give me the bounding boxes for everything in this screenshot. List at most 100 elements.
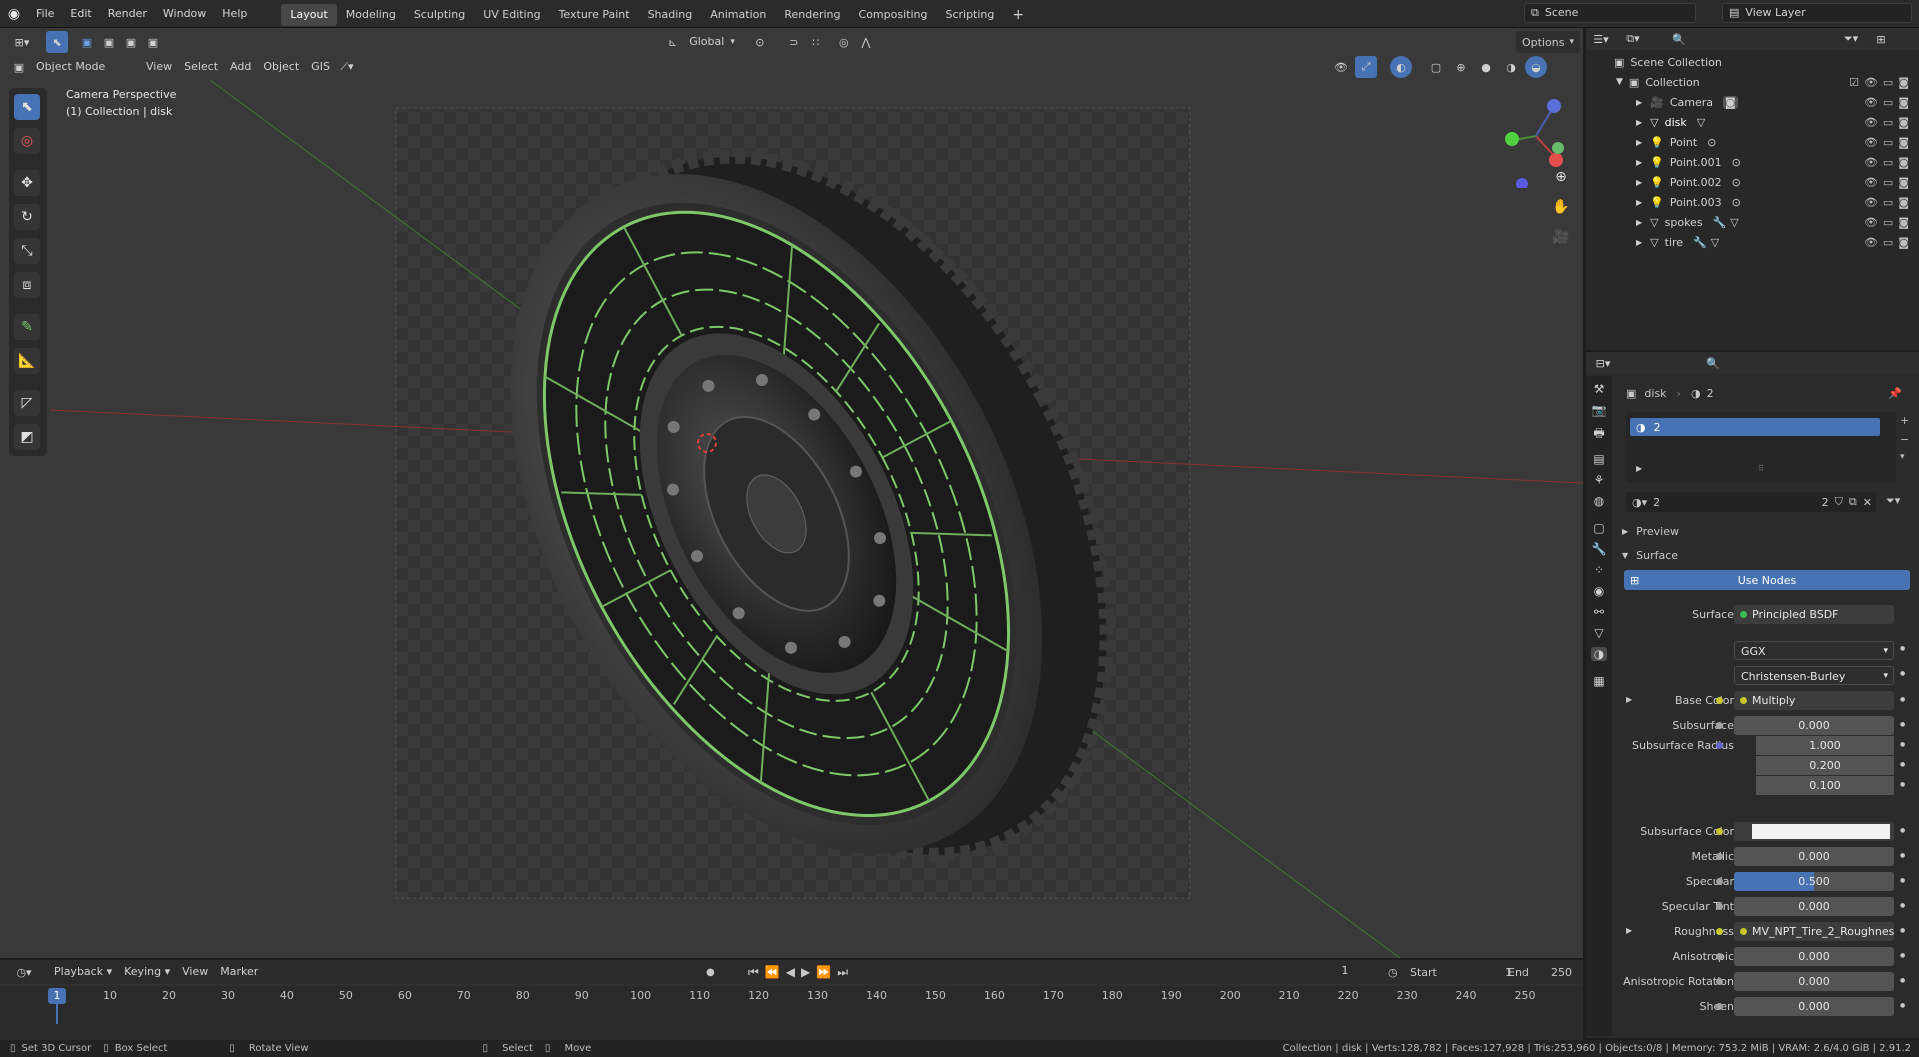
current-frame-field[interactable]: 1 [1290,962,1400,982]
record-icon[interactable]: ● [706,967,715,978]
tab-shading[interactable]: Shading [639,4,702,26]
monitor-icon[interactable]: ▭ [1883,196,1893,209]
keyframe-dot-icon[interactable]: ● [1900,761,1905,768]
expand-arrow-icon[interactable]: ▶ [1636,238,1642,247]
world-icon[interactable]: ◍ [1594,494,1604,508]
monitor-icon[interactable]: ▭ [1883,136,1893,149]
mesh-data-icon[interactable]: ▽ [1697,116,1705,129]
sheen-field[interactable]: 0.000 [1734,997,1894,1016]
properties-editor-icon[interactable]: ⊟▾ [1586,352,1620,374]
tab-layout[interactable]: Layout [281,4,337,26]
tab-rendering[interactable]: Rendering [775,4,849,26]
eye-icon[interactable]: 👁 [1864,96,1878,109]
expand-arrow-icon[interactable]: ▶ [1636,118,1642,127]
expand-arrow-icon[interactable]: ▶ [1636,158,1642,167]
outliner-scene-collection[interactable]: ▣ Scene Collection [1586,52,1919,72]
material-shading-icon[interactable]: ◑ [1500,56,1522,78]
socket-dot-icon[interactable] [1716,928,1723,935]
menu-keying[interactable]: Keying ▾ [118,961,176,983]
eye-icon[interactable]: 👁 [1864,156,1878,169]
outliner-item-point-002[interactable]: ▶ 💡 Point.002 ⊙ 👁 ▭ ◙ [1586,172,1919,192]
outliner-search-icon[interactable]: 🔍 [1668,28,1690,50]
light-data-icon[interactable]: ⊙ [1732,156,1741,169]
keyframe-dot-icon[interactable]: ● [1900,721,1905,728]
light-data-icon[interactable]: ⊙ [1732,176,1741,189]
tab-animation[interactable]: Animation [701,4,775,26]
camera-data-icon[interactable]: ◙ [1723,95,1738,109]
falloff-icon[interactable]: ⋀ [855,31,877,53]
anisotropic-field[interactable]: 0.000 [1734,947,1894,966]
select-new-icon[interactable]: ▣ [76,31,98,53]
start-frame-field[interactable]: Start 1 [1410,966,1520,979]
menu-view[interactable]: View [176,961,214,983]
display-mode-icon[interactable]: ⧉▾ [1622,28,1644,50]
duplicate-icon[interactable]: ⧉ [1849,495,1857,509]
resize-handle-icon[interactable]: ⠿ [1758,464,1764,473]
keyframe-dot-icon[interactable]: ● [1900,741,1905,748]
play-icon[interactable]: ▶ [801,965,810,979]
prev-keyframe-icon[interactable]: ⏪ [765,965,780,979]
select-intersect-icon[interactable]: ▣ [142,31,164,53]
specular-tint-field[interactable]: 0.000 [1734,897,1894,916]
preview-panel-header[interactable]: ▶ Preview [1622,521,1679,541]
visibility-icon[interactable]: 👁 [1330,56,1352,78]
gizmo-icon[interactable]: ⤢ [1355,56,1377,78]
modifier-wrench-icon[interactable]: 🔧 [1713,216,1727,229]
subsurface-radius-y-field[interactable]: 0.200 [1756,756,1894,775]
playhead[interactable]: 1 [48,988,66,1004]
socket-dot-icon[interactable] [1716,722,1723,729]
distribution-dropdown[interactable]: GGX ▾ [1734,641,1894,660]
socket-dot-icon[interactable] [1716,853,1723,860]
mesh-data-icon[interactable]: ▽ [1730,216,1738,229]
metallic-field[interactable]: 0.000 [1734,847,1894,866]
keyframe-dot-icon[interactable]: ● [1900,952,1905,959]
expand-arrow-icon[interactable]: ▶ [1626,695,1632,704]
view-layer-selector[interactable]: ▤ View Layer [1722,3,1912,23]
menu-add[interactable]: Add [224,56,257,78]
material-selector[interactable]: ◑▾ 2 2 ⛉ ⧉ ✕ [1626,492,1876,512]
cursor-tool-icon[interactable]: ◎ [14,128,40,154]
socket-dot-icon[interactable] [1716,953,1723,960]
outliner-item-disk[interactable]: ▶ ▽ disk ▽ 👁 ▭ ◙ [1586,112,1919,132]
render-camera-icon[interactable]: ◙ [1898,196,1909,209]
snap-target-icon[interactable]: ∷ [805,31,827,53]
socket-dot-icon[interactable] [1716,828,1723,835]
subsurface-color-field[interactable] [1734,822,1894,841]
menu-object[interactable]: Object [257,56,305,78]
view-layer-icon[interactable]: ▤ [1593,452,1604,466]
keyframe-dot-icon[interactable]: ● [1900,927,1905,934]
unlink-icon[interactable]: ✕ [1863,496,1872,509]
solid-shading-icon[interactable]: ● [1475,56,1497,78]
color-swatch[interactable] [1752,824,1890,839]
socket-dot-icon[interactable] [1716,878,1723,885]
play-reverse-icon[interactable]: ◀ [786,965,795,979]
base-color-field[interactable]: Multiply [1734,691,1894,710]
remove-slot-icon[interactable]: − [1900,433,1909,446]
tab-compositing[interactable]: Compositing [850,4,937,26]
subsurface-radius-z-field[interactable]: 0.100 [1756,776,1894,795]
material-slot-item[interactable]: ◑ 2 [1630,418,1880,436]
tool-settings-icon[interactable]: ⚒ [1594,382,1605,396]
expand-arrow-icon[interactable]: ▶ [1626,926,1632,935]
render-camera-icon[interactable]: ◙ [1898,96,1909,109]
pivot-icon[interactable]: ⊙ [749,31,771,53]
tab-uv-editing[interactable]: UV Editing [474,4,549,26]
monitor-icon[interactable]: ▭ [1883,116,1893,129]
object-icon[interactable]: ▢ [1593,521,1604,535]
end-frame-field[interactable]: End 250 [1508,966,1578,979]
monitor-icon[interactable]: ▭ [1883,176,1893,189]
roughness-field[interactable]: MV_NPT_Tire_2_Roughness... [1734,922,1894,941]
socket-dot-icon[interactable] [1716,1003,1723,1010]
keyframe-dot-icon[interactable]: ● [1900,902,1905,909]
subsurface-field[interactable]: 0.000 [1734,716,1894,735]
filter-icon[interactable]: ⏷▾ [1840,28,1862,50]
menu-help[interactable]: Help [214,0,255,28]
outliner-item-point-003[interactable]: ▶ 💡 Point.003 ⊙ 👁 ▭ ◙ [1586,192,1919,212]
keyframe-dot-icon[interactable]: ● [1900,696,1905,703]
next-keyframe-icon[interactable]: ⏩ [816,965,831,979]
select-subtract-icon[interactable]: ▣ [120,31,142,53]
light-data-icon[interactable]: ⊙ [1707,136,1716,149]
surface-panel-header[interactable]: ▼ Surface [1622,545,1678,565]
menu-view[interactable]: View [140,56,178,78]
expand-arrow-icon[interactable]: ▶ [1636,98,1642,107]
